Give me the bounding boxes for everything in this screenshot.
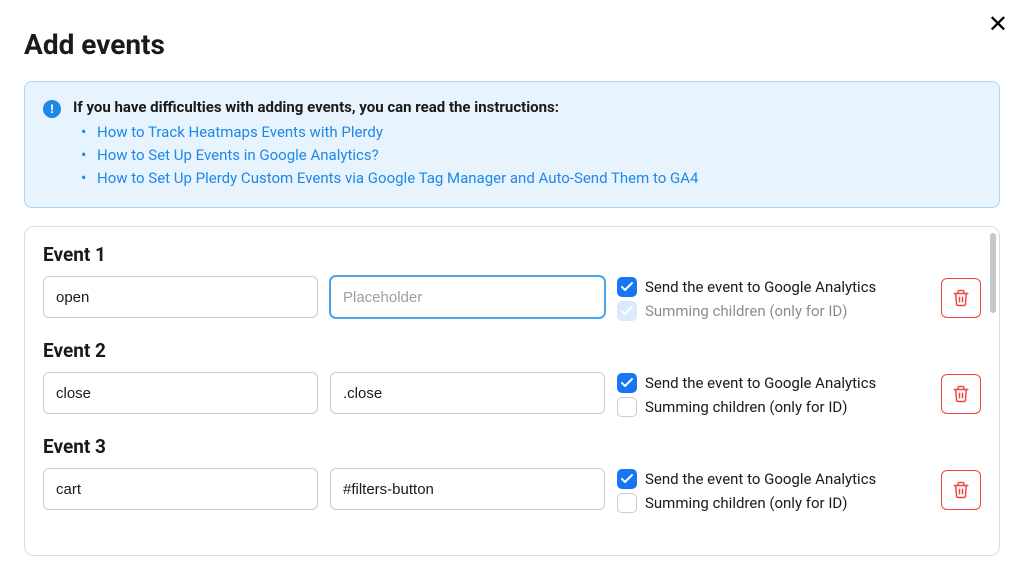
trash-icon	[952, 385, 970, 403]
event-title: Event 3	[43, 435, 981, 458]
info-banner: ! If you have difficulties with adding e…	[24, 81, 1000, 208]
add-events-modal: ✕ Add events ! If you have difficulties …	[0, 0, 1024, 568]
scrollbar-thumb[interactable]	[990, 233, 996, 313]
event-row: Send the event to Google Analytics Summi…	[43, 372, 981, 421]
ga-checkbox[interactable]	[617, 373, 637, 393]
info-link[interactable]: How to Set Up Events in Google Analytics…	[97, 146, 379, 164]
ga-check-row: Send the event to Google Analytics	[617, 277, 929, 297]
info-content: If you have difficulties with adding eve…	[73, 98, 981, 191]
event-block: Event 3 Send the event to Google Analyti…	[43, 435, 981, 517]
info-heading: If you have difficulties with adding eve…	[73, 98, 981, 116]
summing-label: Summing children (only for ID)	[645, 398, 848, 416]
summing-checkbox	[617, 301, 637, 321]
summing-check-row: Summing children (only for ID)	[617, 301, 929, 321]
page-title: Add events	[24, 28, 1000, 61]
summing-check-row: Summing children (only for ID)	[617, 493, 929, 513]
trash-icon	[952, 289, 970, 307]
event-title: Event 2	[43, 339, 981, 362]
event-selector-input[interactable]	[330, 372, 605, 414]
summing-check-row: Summing children (only for ID)	[617, 397, 929, 417]
trash-icon	[952, 481, 970, 499]
info-link[interactable]: How to Track Heatmaps Events with Plerdy	[97, 123, 383, 141]
event-checks: Send the event to Google Analytics Summi…	[617, 468, 929, 517]
event-checks: Send the event to Google Analytics Summi…	[617, 276, 929, 325]
close-icon[interactable]: ✕	[988, 12, 1008, 36]
ga-checkbox[interactable]	[617, 469, 637, 489]
event-block: Event 2 Send the event to Google Analyti…	[43, 339, 981, 421]
ga-checkbox[interactable]	[617, 277, 637, 297]
ga-label: Send the event to Google Analytics	[645, 278, 876, 296]
event-row: Send the event to Google Analytics Summi…	[43, 468, 981, 517]
summing-checkbox[interactable]	[617, 493, 637, 513]
delete-button[interactable]	[941, 470, 981, 510]
ga-check-row: Send the event to Google Analytics	[617, 373, 929, 393]
ga-label: Send the event to Google Analytics	[645, 374, 876, 392]
event-row: Send the event to Google Analytics Summi…	[43, 276, 981, 325]
event-title: Event 1	[43, 243, 981, 266]
event-name-input[interactable]	[43, 372, 318, 414]
summing-label: Summing children (only for ID)	[645, 302, 848, 320]
event-selector-input[interactable]	[330, 468, 605, 510]
summing-label: Summing children (only for ID)	[645, 494, 848, 512]
ga-check-row: Send the event to Google Analytics	[617, 469, 929, 489]
delete-button[interactable]	[941, 278, 981, 318]
event-selector-input[interactable]	[330, 276, 605, 318]
info-links-list: How to Track Heatmaps Events with Plerdy…	[73, 122, 981, 187]
delete-button[interactable]	[941, 374, 981, 414]
event-block: Event 1 Send the event to Google Analyti…	[43, 243, 981, 325]
info-icon: !	[43, 100, 61, 118]
summing-checkbox[interactable]	[617, 397, 637, 417]
info-link[interactable]: How to Set Up Plerdy Custom Events via G…	[97, 169, 698, 187]
event-name-input[interactable]	[43, 468, 318, 510]
event-checks: Send the event to Google Analytics Summi…	[617, 372, 929, 421]
events-panel: Event 1 Send the event to Google Analyti…	[24, 226, 1000, 556]
event-name-input[interactable]	[43, 276, 318, 318]
ga-label: Send the event to Google Analytics	[645, 470, 876, 488]
